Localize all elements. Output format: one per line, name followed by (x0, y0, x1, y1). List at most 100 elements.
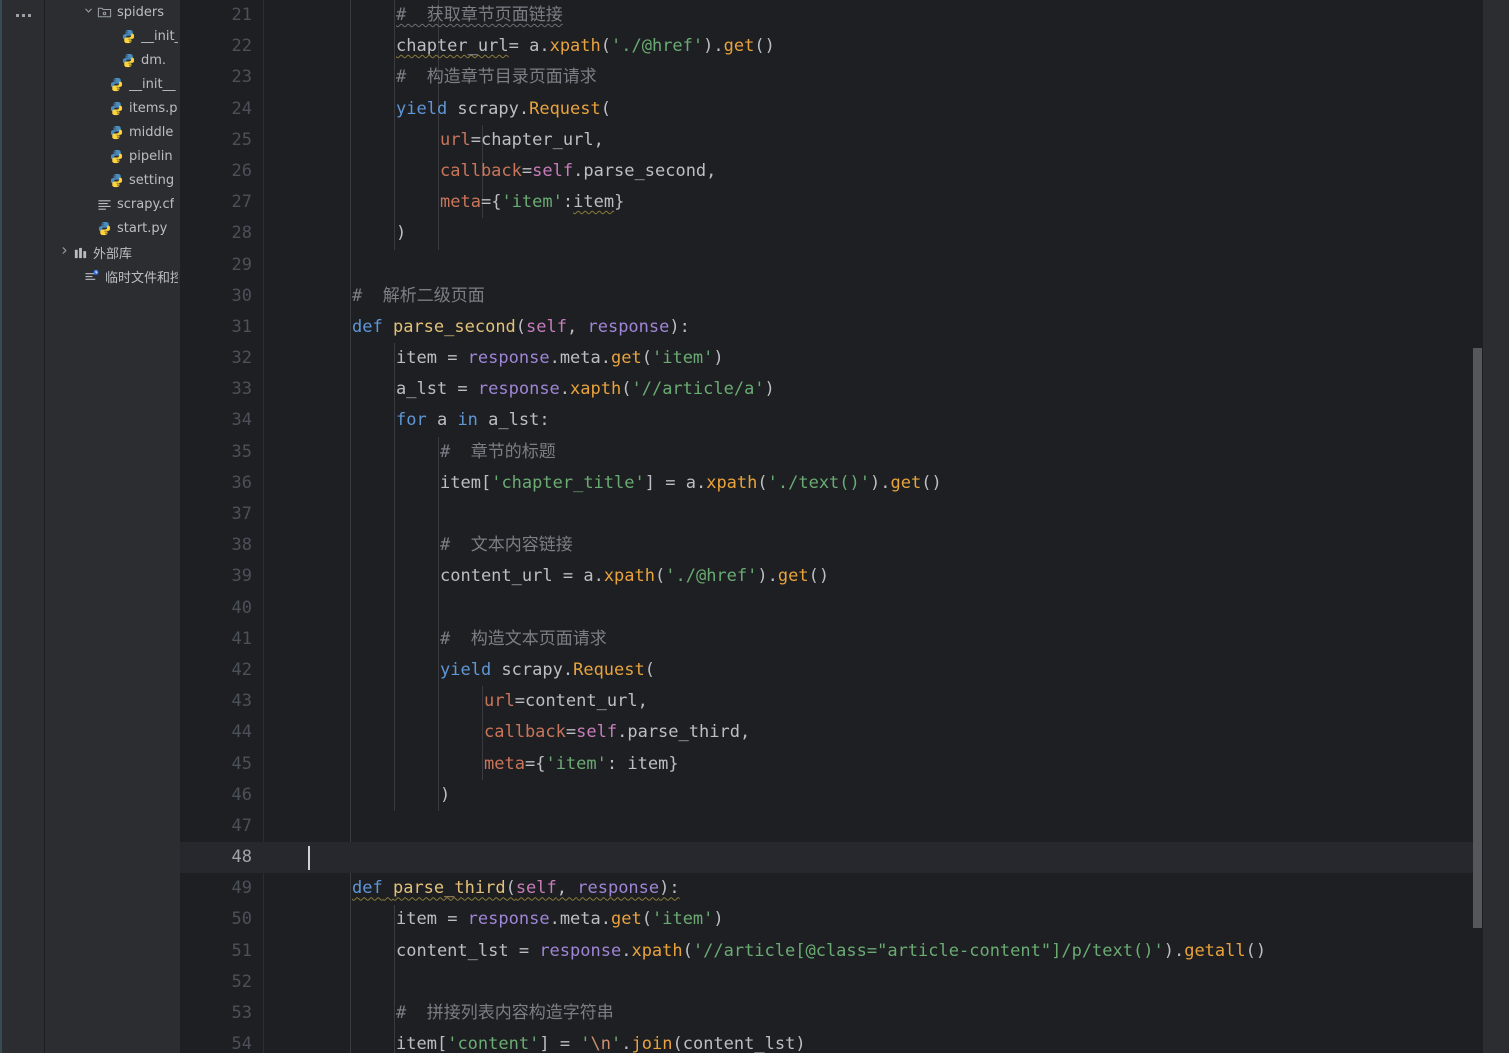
code-line[interactable]: 47 (180, 811, 1509, 842)
chevron-down-icon[interactable] (81, 6, 95, 18)
code-line[interactable]: 28) (180, 218, 1509, 249)
code-token: ( (600, 98, 611, 119)
line-number: 54 (231, 1034, 252, 1053)
code-line-text: # 构造文本页面请求 (440, 624, 607, 655)
line-number: 26 (231, 160, 252, 181)
code-token: ' (611, 1034, 622, 1053)
code-line[interactable]: 50 item = response.meta.get('item') (180, 904, 1509, 935)
tree-item[interactable]: __init__ (45, 72, 180, 96)
code-line[interactable]: 46) (180, 780, 1509, 811)
code-line[interactable]: 21 # 获取章节页面链接 (180, 0, 1509, 31)
tree-item[interactable]: setting (45, 168, 180, 192)
line-number: 28 (231, 223, 252, 244)
code-line[interactable]: 54 item['content'] = '\n'.join(content_ls… (180, 1029, 1509, 1053)
code-line[interactable]: 27 meta={'item':item} (180, 187, 1509, 218)
python-file-icon (107, 125, 125, 140)
code-line[interactable]: 33 a_lst = response.xapth('//article/a') (180, 374, 1509, 405)
code-token: # 拼接列表内容构造字符串 (396, 1003, 614, 1023)
code-token: response (467, 348, 550, 369)
code-line[interactable]: 36 item['chapter_title'] = a.xpath('./tex… (180, 468, 1509, 499)
code-token: get (777, 566, 809, 587)
code-line-text: # 解析二级页面 (352, 281, 485, 312)
scrollbar-thumb[interactable] (1473, 348, 1482, 928)
code-line[interactable]: 39 content_url = a.xpath('./@href').get() (180, 561, 1509, 592)
code-token: } (614, 192, 625, 213)
tree-item-label: spiders (117, 4, 165, 20)
code-token: content_url (524, 691, 638, 712)
code-token: 'chapter_title' (491, 472, 645, 493)
code-line[interactable]: 23 # 构造章节目录页面请求 (180, 62, 1509, 93)
line-number: 40 (231, 597, 252, 618)
code-token: content_lst (682, 1034, 796, 1053)
chevron-right-icon[interactable] (57, 246, 71, 258)
code-token: = (470, 129, 481, 150)
tree-item-label: __init__ (129, 76, 176, 92)
code-editor[interactable]: 21 # 获取章节页面链接 22 chapter_url= a.xpath('./@h… (180, 0, 1509, 1053)
code-token: Request (573, 659, 645, 680)
code-token: = (447, 348, 468, 369)
python-file-icon (110, 173, 122, 187)
tree-item[interactable]: spiders (45, 0, 180, 24)
code-line[interactable]: 42 yield scrapy.Request( (180, 655, 1509, 686)
code-line[interactable]: 52 (180, 967, 1509, 998)
tree-item[interactable]: scrapy.cf (45, 192, 180, 216)
text-caret (308, 846, 310, 871)
code-line-text: item['chapter_title'] = a.xpath('./text(… (440, 468, 942, 499)
tree-item[interactable]: __init_ (45, 24, 180, 48)
tree-item[interactable]: pipelin (45, 144, 180, 168)
code-line[interactable]: 49 def parse_third(self, response): (180, 873, 1509, 904)
code-line[interactable]: 45 meta={'item': item} (180, 749, 1509, 780)
code-line[interactable]: 32 item = response.meta.get('item') (180, 343, 1509, 374)
python-file-icon (119, 53, 137, 68)
code-token: get (890, 472, 922, 493)
code-line[interactable]: 37 (180, 499, 1509, 530)
code-token: , (556, 878, 578, 899)
code-line[interactable]: 29 (180, 250, 1509, 281)
code-lines[interactable]: 21 # 获取章节页面链接 22 chapter_url= a.xpath('./@h… (180, 0, 1509, 1053)
code-token: content_url (440, 566, 563, 587)
code-token: = (562, 566, 584, 587)
code-line[interactable]: 31 def parse_second(self, response): (180, 312, 1509, 343)
code-line[interactable]: 22 chapter_url= a.xpath('./@href').get() (180, 31, 1509, 62)
code-line[interactable]: 30 # 解析二级页面 (180, 281, 1509, 312)
code-line[interactable]: 41 # 构造文本页面请求 (180, 624, 1509, 655)
tree-item[interactable]: 外部库 (45, 240, 180, 264)
code-token: parse_third (392, 878, 506, 899)
code-token: . (880, 472, 891, 493)
tree-item[interactable]: dm. (45, 48, 180, 72)
code-token: ) (870, 472, 881, 493)
code-line[interactable]: 43 url=content_url, (180, 686, 1509, 717)
tree-item[interactable]: 临时文件和控 (45, 264, 180, 288)
code-line-text: url=content_url, (484, 686, 648, 717)
code-token: . (549, 909, 560, 930)
code-line-text: ) (440, 780, 450, 811)
code-line[interactable]: 51 content_lst = response.xpath('//articl… (180, 936, 1509, 967)
code-line[interactable]: 25 url=chapter_url, (180, 125, 1509, 156)
code-line[interactable]: 26 callback=self.parse_second, (180, 156, 1509, 187)
line-number: 36 (231, 472, 252, 493)
code-line[interactable]: 34 for a in a_lst: (180, 405, 1509, 436)
more-options-icon[interactable] (11, 6, 35, 24)
tree-item[interactable]: start.py (45, 216, 180, 240)
code-line-text: item = response.meta.get('item') (396, 904, 724, 935)
tree-item[interactable]: middle (45, 120, 180, 144)
code-token: xpath (706, 472, 758, 493)
code-line[interactable]: 40 (180, 593, 1509, 624)
code-line[interactable]: 24 yield scrapy.Request( (180, 94, 1509, 125)
code-line[interactable]: 38 # 文本内容链接 (180, 530, 1509, 561)
code-token: a (529, 36, 540, 57)
code-line[interactable]: 53 # 拼接列表内容构造字符串 (180, 998, 1509, 1029)
project-tree-panel[interactable]: spiders __init_ dm. __init__ items.p middle pi… (45, 0, 180, 1053)
code-token: \n (590, 1034, 612, 1053)
tree-item[interactable]: items.p (45, 96, 180, 120)
code-line-text: a_lst = response.xapth('//article/a') (396, 374, 775, 405)
line-number: 37 (231, 504, 252, 524)
code-token: 'content' (447, 1034, 540, 1053)
code-line[interactable]: 35 # 章节的标题 (180, 437, 1509, 468)
code-line[interactable]: 44 callback=self.parse_third, (180, 717, 1509, 748)
code-token: in (457, 410, 478, 431)
code-token: . (617, 722, 628, 743)
code-line[interactable]: 48 (180, 842, 1509, 874)
vertical-scrollbar[interactable] (1470, 0, 1482, 1053)
